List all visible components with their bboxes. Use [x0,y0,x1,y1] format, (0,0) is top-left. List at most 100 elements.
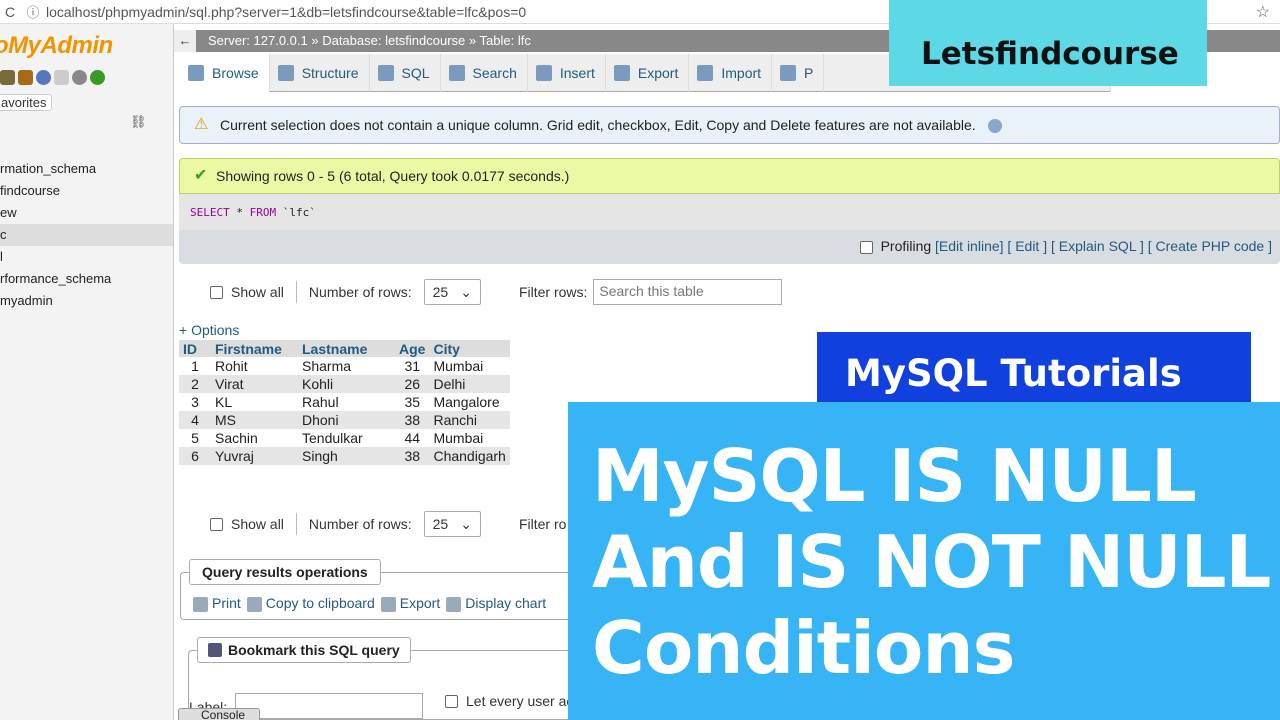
table-cell: 44 [395,429,430,447]
every-user-label: Let every user ac [466,693,574,709]
column-header[interactable]: Lastname [298,340,395,357]
every-user-checkbox[interactable] [445,694,458,708]
table-cell: 38 [395,411,430,429]
collapse-arrow-icon[interactable]: ← [174,30,196,52]
profiling-label: Profiling [880,238,932,254]
privileges-icon [780,65,797,81]
table-row: 3 KL Rahul 35 Mangalore [179,393,510,411]
table-cell: Delhi [429,375,510,393]
show-all-checkbox[interactable] [210,517,223,531]
export-label: Export [399,595,441,611]
refresh-icon[interactable] [90,70,105,85]
tab-label: Browse [212,65,259,81]
db-item[interactable]: ew [0,202,173,224]
tab-privileges[interactable]: P [772,54,825,92]
table-cell: Yuvraj [211,447,298,465]
navigation-panel: oMyAdmin avorites ⛓ rmation_schema findc… [0,24,174,720]
help-icon[interactable] [987,119,1002,134]
every-user-option: Let every user ac [445,693,573,709]
bookmark-star-icon[interactable]: ☆ [1256,2,1270,22]
db-item[interactable]: l [0,246,173,268]
breadcrumb-table[interactable]: Table: lfc [480,33,531,48]
tab-import[interactable]: Import [689,54,773,92]
settings-gear-icon[interactable] [72,70,87,85]
docs-icon[interactable] [54,70,69,85]
tab-label: Search [472,65,517,81]
sql-query-display[interactable]: SELECT * FROM `lfc` [179,194,1280,230]
reload-icon[interactable]: C [0,4,20,20]
column-header[interactable]: Age [395,340,430,357]
table-cell: 31 [395,357,430,375]
show-all-checkbox[interactable] [210,285,223,299]
bookmark-label-input[interactable] [235,693,423,719]
database-list: rmation_schema findcourse ew c l rforman… [0,158,173,312]
create-php-link[interactable]: [ Create PHP code ] [1148,238,1272,254]
db-item[interactable]: myadmin [0,290,173,312]
tab-browse[interactable]: Browse [180,54,270,92]
column-header[interactable]: Firstname [211,340,298,357]
home-icon[interactable] [0,70,15,85]
tab-structure[interactable]: Structure [270,54,370,92]
breadcrumb-server[interactable]: Server: 127.0.0.1 [208,33,308,48]
table-cell: KL [211,393,298,411]
column-header[interactable]: ID [179,340,211,357]
favorites-tab[interactable]: avorites [0,94,52,111]
phpmyadmin-logo[interactable]: oMyAdmin [0,32,113,60]
table-navigation-top: Show all Number of rows: 25 ⌄ Filter rows… [210,278,783,306]
edit-link[interactable]: [ Edit ] [1007,238,1047,254]
table-cell: MS [211,411,298,429]
hero-line-3: Conditions [592,606,1015,690]
tab-search[interactable]: Search [441,54,528,92]
db-item[interactable]: rmation_schema [0,158,173,180]
db-item-selected[interactable]: c [0,224,173,246]
filter-search-input[interactable]: Search this table [593,279,783,305]
success-message: ✔ Showing rows 0 - 5 (6 total, Query too… [179,158,1280,194]
table-cell: Rohit [211,357,298,375]
edit-inline-link[interactable]: [Edit inline] [935,238,1003,254]
help-icon[interactable] [36,70,51,85]
column-header[interactable]: City [429,340,510,357]
url-field[interactable]: localhost/phpmyadmin/sql.php?server=1&db… [46,4,526,20]
info-icon[interactable]: ⓘ [20,2,46,21]
import-icon [697,65,714,81]
divider [295,513,297,535]
table-navigation-bottom: Show all Number of rows: 25 ⌄ Filter ro [210,510,566,538]
bookmark-legend-text: Bookmark this SQL query [228,642,400,658]
query-ops-legend: Query results operations [189,559,381,585]
explain-sql-link[interactable]: [ Explain SQL ] [1051,238,1144,254]
table-cell: Mumbai [429,357,510,375]
tab-export[interactable]: Export [606,54,690,92]
table-cell: Rahul [298,393,395,411]
console-toggle[interactable]: Console [178,708,260,720]
export-link[interactable]: Export [380,595,441,612]
rows-label: Number of rows: [308,284,412,300]
rows-per-page-select[interactable]: 25 ⌄ [423,511,481,537]
options-link[interactable]: + Options [179,322,239,338]
rows-per-page-select[interactable]: 25 ⌄ [423,279,481,305]
display-chart-link[interactable]: Display chart [446,595,546,612]
table-cell: Tendulkar [298,429,395,447]
tab-sql[interactable]: SQL [370,54,441,92]
print-link[interactable]: Print [193,595,241,612]
logout-icon[interactable] [18,70,33,85]
divider [295,281,297,303]
db-item[interactable]: rformance_schema [0,268,173,290]
warning-notice: ⚠ Current selection does not contain a u… [179,106,1280,144]
link-chain-icon[interactable]: ⛓ [130,114,147,130]
filter-label: Filter ro [518,516,567,532]
tab-label: Insert [559,65,595,81]
table-cell: 4 [179,411,211,429]
table-cell: Mangalore [429,393,510,411]
tab-insert[interactable]: Insert [528,54,606,92]
copy-label: Copy to clipboard [265,595,375,611]
tab-label: Import [721,65,762,81]
print-label: Print [212,595,241,611]
rows-value: 25 [432,516,449,532]
table-cell: 1 [179,357,211,375]
db-item[interactable]: findcourse [0,180,173,202]
profiling-checkbox[interactable] [859,240,873,254]
copy-clipboard-link[interactable]: Copy to clipboard [246,595,375,612]
breadcrumb-database[interactable]: Database: letsfindcourse [322,33,465,48]
hero-line-2: And IS NOT NULL [592,520,1271,604]
filter-label: Filter rows: [518,284,588,300]
